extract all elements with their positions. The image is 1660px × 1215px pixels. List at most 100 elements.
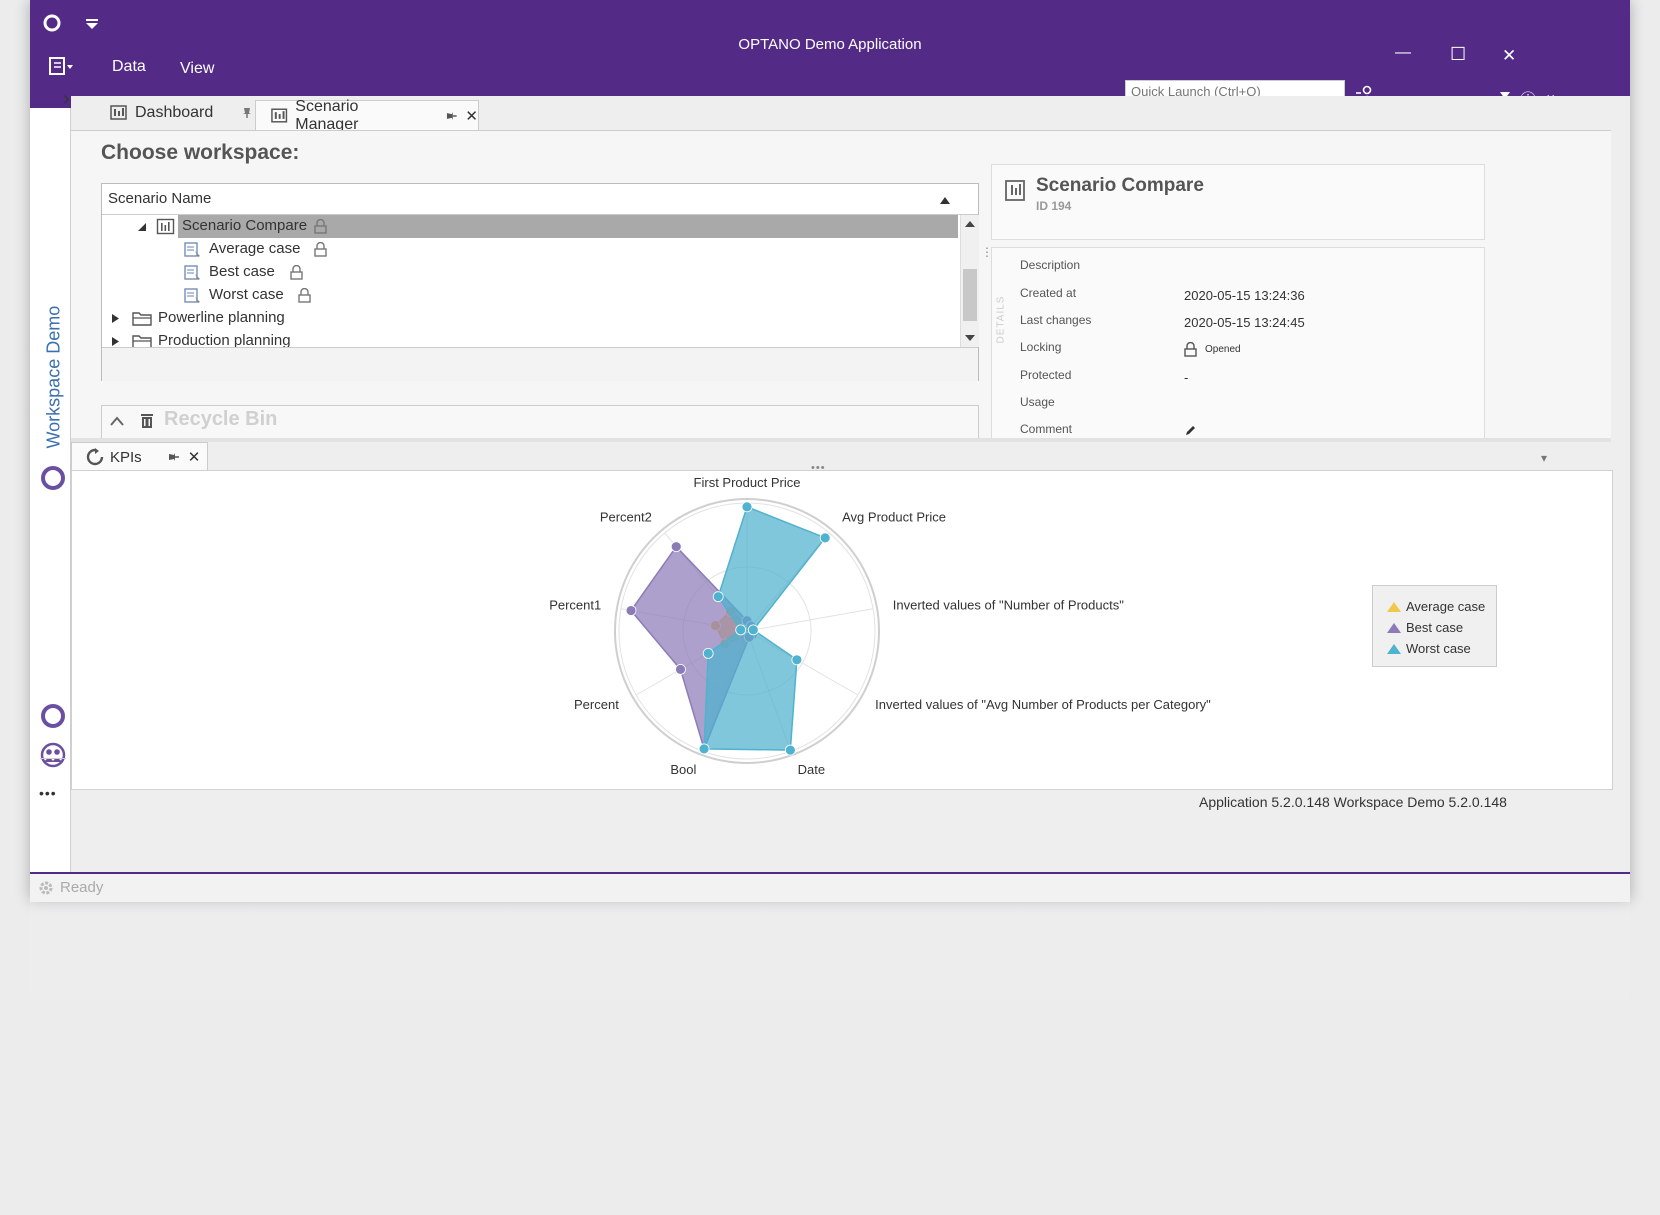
lock-icon [298, 288, 311, 303]
scroll-up-icon[interactable] [965, 221, 975, 227]
detail-value [1184, 424, 1197, 437]
recycle-bin-section[interactable]: Recycle Bin [101, 405, 979, 440]
scroll-down-icon[interactable] [965, 335, 975, 341]
close-window-button[interactable]: ✕ [1502, 46, 1516, 66]
close-tab-button[interactable]: ✕ [465, 107, 478, 125]
radar-data-point [735, 624, 747, 636]
tab-kpis[interactable]: KPIs ✕ [71, 442, 208, 471]
details-header-card: Scenario Compare ID 194 [991, 164, 1485, 240]
radar-data-point [670, 541, 682, 553]
application-window: OPTANO Demo Application — ☐ ✕ Data View … [30, 0, 1630, 902]
radar-data-point [675, 663, 686, 675]
sort-ascending-icon[interactable] [940, 197, 950, 204]
lock-icon [314, 242, 327, 257]
collapse-chevron-icon[interactable] [110, 416, 124, 426]
minimize-button[interactable]: — [1395, 44, 1411, 62]
trash-icon [141, 414, 153, 428]
application-menu-icon[interactable] [49, 56, 75, 76]
tree-row-label: Powerline planning [158, 309, 285, 326]
detail-label: Protected [1020, 368, 1072, 382]
sidebar-divider [40, 758, 66, 759]
tree-row[interactable]: Powerline planning [102, 307, 960, 330]
column-header-scenario-name[interactable]: Scenario Name [108, 190, 211, 207]
details-vertical-label: DETAILS [995, 295, 1007, 344]
maximize-button[interactable]: ☐ [1450, 44, 1466, 65]
app-logo-icon [43, 14, 61, 32]
tree-row-label: Average case [209, 240, 301, 257]
tab-scenario-manager[interactable]: Scenario Manager ✕ [255, 98, 479, 133]
tree-body: Scenario Compare Average case Best case Wor… [102, 215, 960, 347]
tree-row-label: Worst case [209, 286, 284, 303]
expand-arrow-icon[interactable] [112, 337, 119, 346]
legend-triangle-icon [1387, 622, 1401, 633]
close-tab-button[interactable]: ✕ [188, 448, 201, 466]
radar-axis-label: Percent2 [600, 510, 652, 525]
radar-axis-label: Percent [574, 697, 619, 712]
gear-icon [39, 881, 53, 895]
sidebar-expand-button[interactable]: › [63, 88, 70, 111]
detail-value: 2020-05-15 13:24:45 [1184, 315, 1305, 330]
pin-icon[interactable] [446, 110, 458, 122]
details-card: DETAILS Description Created at 2020-05-15 … [991, 247, 1485, 440]
workspace-switch-icon[interactable] [39, 702, 67, 730]
radar-axis-label: Inverted values of "Avg Number of Produc… [875, 697, 1211, 712]
pin-icon[interactable] [241, 107, 253, 119]
tree-row[interactable]: Average case [102, 238, 960, 261]
dashboard-icon [110, 105, 127, 120]
grid-footer [102, 347, 978, 381]
radar-data-point [784, 744, 796, 756]
scenario-compare-icon [1005, 180, 1025, 201]
kpi-refresh-icon [86, 448, 104, 466]
radar-axis-label: Percent1 [549, 597, 601, 612]
panel-splitter[interactable] [71, 438, 1611, 442]
radar-data-point [698, 743, 710, 755]
window-title: OPTANO Demo Application [738, 36, 922, 53]
kpi-chart-panel: First Product Price Avg Product Price Inve… [71, 470, 1613, 790]
radar-data-point [625, 605, 637, 616]
detail-label: Created at [1020, 286, 1077, 300]
tree-row[interactable]: Production planning [102, 330, 960, 347]
workspace-name-label: Workspace Demo [43, 305, 64, 449]
scrollbar-thumb[interactable] [963, 269, 977, 321]
legend-label: Worst case [1406, 641, 1471, 656]
scenario-icon [184, 242, 200, 257]
legend-items: Average case Best case Worst case [1373, 586, 1496, 659]
splitter-handle-icon[interactable]: ⋮ [981, 245, 993, 275]
radar-axis-label: Avg Product Price [842, 510, 946, 525]
collapse-arrow-icon[interactable] [138, 223, 146, 231]
menu-view[interactable]: View [180, 60, 214, 78]
tree-row-label: Best case [209, 263, 275, 280]
pin-icon[interactable] [168, 451, 180, 463]
expand-arrow-icon[interactable] [112, 314, 119, 323]
legend-label: Average case [1406, 599, 1486, 614]
detail-value: 2020-05-15 13:24:36 [1184, 288, 1305, 303]
tree-row[interactable]: Worst case [102, 284, 960, 307]
tree-row[interactable]: Best case [102, 261, 960, 284]
legend-triangle-icon [1387, 601, 1401, 612]
quick-access-dropdown-icon[interactable] [85, 18, 99, 30]
menu-data[interactable]: Data [112, 58, 146, 76]
status-bar: Ready [30, 872, 1630, 902]
recycle-bin-label: Recycle Bin [164, 408, 278, 430]
workspace-logo-icon[interactable] [39, 464, 67, 492]
scenario-manager-panel: Choose workspace: Scenario Name Scenario… [71, 130, 1611, 440]
radar-axis-label: Bool [670, 762, 696, 777]
scenario-manager-icon [271, 108, 288, 123]
scenario-icon [184, 288, 200, 303]
sidebar-more-button[interactable]: ••• [39, 785, 57, 801]
tree-scrollbar[interactable] [960, 215, 979, 347]
radar-data-point [702, 647, 714, 659]
radar-data-point [741, 501, 753, 513]
tab-dashboard[interactable]: Dashboard [109, 98, 259, 128]
tab-dashboard-label: Dashboard [135, 104, 214, 121]
chart-legend: Average case Best case Worst case [1372, 585, 1497, 667]
tab-kpis-label: KPIs [110, 448, 142, 466]
radar-data-point [747, 624, 759, 636]
tree-row-label: Production planning [158, 332, 291, 347]
tree-row[interactable]: Scenario Compare [102, 215, 960, 238]
edit-pencil-icon[interactable] [1184, 424, 1197, 437]
tab-overflow-icon[interactable]: ▾ [1541, 451, 1547, 465]
lock-icon [1184, 342, 1197, 357]
radar-axis-label: Date [798, 762, 825, 777]
users-icon[interactable] [39, 741, 67, 769]
